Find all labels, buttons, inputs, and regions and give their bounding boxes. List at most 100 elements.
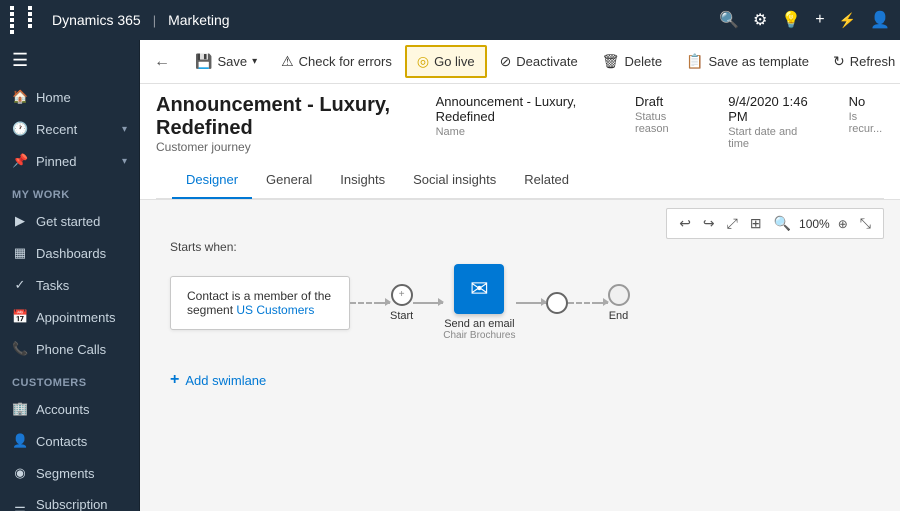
get-started-icon: ▶ xyxy=(12,213,28,229)
email-label: Send an email xyxy=(443,318,515,330)
check-icon: ⚠ xyxy=(281,53,294,70)
meta-status: Draft Status reason xyxy=(635,94,688,135)
journey-canvas[interactable]: ↩ ↪ ⤢ ⊞ 🔍 100% ⊕ ⤡ Starts when: Contact … xyxy=(140,200,900,511)
tab-related[interactable]: Related xyxy=(510,162,583,199)
meta-recurring-value: No xyxy=(849,94,884,109)
redo-button[interactable]: ↪ xyxy=(699,213,719,234)
pinned-chevron-icon: ▾ xyxy=(122,156,127,167)
save-dropdown-icon[interactable]: ▾ xyxy=(252,56,257,67)
top-nav-icons: 🔍 ⚙ 💡 + ⚡ 👤 xyxy=(719,10,890,30)
zoom-in-button[interactable]: ⊕ xyxy=(834,215,852,233)
record-meta: Announcement - Luxury, Redefined Name Dr… xyxy=(436,94,884,150)
condition-text1: Contact is a member of the xyxy=(187,289,331,303)
swimlane-flow: Contact is a member of the segment US Cu… xyxy=(170,264,870,341)
deactivate-icon: ⊘ xyxy=(500,53,512,70)
condition-text2: segment xyxy=(187,303,233,317)
go-live-button[interactable]: ◎ Go live xyxy=(405,45,487,78)
brand-name[interactable]: Dynamics 365 xyxy=(52,12,141,28)
tab-social-insights[interactable]: Social insights xyxy=(399,162,510,199)
save-button[interactable]: 💾 Save ▾ xyxy=(184,46,268,77)
pinned-icon: 📌 xyxy=(12,153,28,169)
save-template-icon: 📋 xyxy=(686,53,703,70)
check-errors-button[interactable]: ⚠ Check for errors xyxy=(270,46,403,77)
record-entity: Customer journey xyxy=(156,140,436,154)
zoom-out-button[interactable]: 🔍 xyxy=(770,213,795,234)
segment-link[interactable]: US Customers xyxy=(236,303,314,317)
record-header: Announcement - Luxury, Redefined Custome… xyxy=(140,84,900,200)
refresh-button[interactable]: ↻ Refresh xyxy=(822,46,900,77)
sidebar-item-segments[interactable]: ◉ Segments xyxy=(0,457,139,489)
meta-status-value: Draft xyxy=(635,94,688,109)
meta-datetime: 9/4/2020 1:46 PM Start date and time xyxy=(728,94,808,150)
nav-divider: | xyxy=(153,13,156,28)
meta-name: Announcement - Luxury, Redefined Name xyxy=(436,94,595,138)
start-node-wrapper: + Start xyxy=(390,284,413,322)
dashboards-icon: ▦ xyxy=(12,245,28,261)
meta-recurring: No Is recur... xyxy=(849,94,884,135)
meta-datetime-value: 9/4/2020 1:46 PM xyxy=(728,94,808,124)
fullscreen-button[interactable]: ⤡ xyxy=(856,213,875,234)
end-node-wrapper xyxy=(546,292,568,314)
undo-button[interactable]: ↩ xyxy=(675,213,695,234)
sidebar-item-get-started[interactable]: ▶ Get started xyxy=(0,205,139,237)
tab-insights[interactable]: Insights xyxy=(326,162,399,199)
end-label: End xyxy=(609,310,629,322)
phone-calls-icon: 📞 xyxy=(12,341,28,357)
nav-arrows: ← xyxy=(148,49,176,75)
start-label: Start xyxy=(390,310,413,322)
filter-icon[interactable]: ⚡ xyxy=(839,12,856,29)
delete-button[interactable]: 🗑 Delete xyxy=(591,46,673,77)
sidebar-item-home[interactable]: 🏠 Home xyxy=(0,81,139,113)
app-grid-icon[interactable] xyxy=(10,6,44,34)
sidebar-item-phone-calls[interactable]: 📞 Phone Calls xyxy=(0,333,139,365)
back-button[interactable]: ← xyxy=(148,49,176,75)
home-icon: 🏠 xyxy=(12,89,28,105)
start-circle-node[interactable]: + xyxy=(391,284,413,306)
add-icon[interactable]: + xyxy=(815,11,824,29)
top-navigation: Dynamics 365 | Marketing 🔍 ⚙ 💡 + ⚡ 👤 xyxy=(0,0,900,40)
connector-4 xyxy=(568,302,608,304)
accounts-icon: 🏢 xyxy=(12,401,28,417)
tab-general[interactable]: General xyxy=(252,162,326,199)
settings-icon[interactable]: ⚙ xyxy=(753,10,767,30)
help-icon[interactable]: 💡 xyxy=(781,10,801,30)
layout-button[interactable]: ⊞ xyxy=(746,213,766,234)
save-template-button[interactable]: 📋 Save as template xyxy=(675,46,820,77)
module-name: Marketing xyxy=(168,12,229,28)
zoom-level: 100% xyxy=(799,217,830,231)
meta-recurring-label: Is recur... xyxy=(849,111,884,135)
deactivate-button[interactable]: ⊘ Deactivate xyxy=(489,46,589,77)
add-swimlane-icon: + xyxy=(170,371,179,389)
starts-when-label: Starts when: xyxy=(170,240,870,254)
sidebar-item-subscription-lists[interactable]: ☰ Subscription lists xyxy=(0,489,139,511)
sidebar-item-pinned[interactable]: 📌 Pinned ▾ xyxy=(0,145,139,177)
email-node-wrapper[interactable]: ✉ Send an email Chair Brochures xyxy=(443,264,515,341)
contacts-icon: 👤 xyxy=(12,433,28,449)
connector-1 xyxy=(350,302,390,304)
tab-designer[interactable]: Designer xyxy=(172,162,252,199)
subscription-lists-icon: ☰ xyxy=(12,504,28,511)
segment-condition-box[interactable]: Contact is a member of the segment US Cu… xyxy=(170,276,350,330)
sidebar-item-dashboards[interactable]: ▦ Dashboards xyxy=(0,237,139,269)
customers-section: Customers xyxy=(0,365,139,393)
end-circle-node[interactable] xyxy=(546,292,568,314)
user-settings-icon[interactable]: 👤 xyxy=(870,10,890,30)
fit-button[interactable]: ⤢ xyxy=(723,213,742,234)
sidebar-item-contacts[interactable]: 👤 Contacts xyxy=(0,425,139,457)
search-icon[interactable]: 🔍 xyxy=(719,10,739,30)
sidebar-item-accounts[interactable]: 🏢 Accounts xyxy=(0,393,139,425)
sidebar: ☰ 🏠 Home 🕐 Recent ▾ 📌 Pinned ▾ My Work ▶… xyxy=(0,40,140,511)
app-layout: ☰ 🏠 Home 🕐 Recent ▾ 📌 Pinned ▾ My Work ▶… xyxy=(0,40,900,511)
email-node[interactable]: ✉ xyxy=(454,264,504,314)
meta-datetime-label: Start date and time xyxy=(728,126,808,150)
record-title: Announcement - Luxury, Redefined xyxy=(156,94,436,140)
sidebar-item-tasks[interactable]: ✓ Tasks xyxy=(0,269,139,301)
end-label-wrapper: End xyxy=(608,284,630,322)
sidebar-item-appointments[interactable]: 📅 Appointments xyxy=(0,301,139,333)
command-bar: ← 💾 Save ▾ ⚠ Check for errors ◎ Go live … xyxy=(140,40,900,84)
canvas-toolbar: ↩ ↪ ⤢ ⊞ 🔍 100% ⊕ ⤡ xyxy=(666,208,884,239)
sidebar-item-recent[interactable]: 🕐 Recent ▾ xyxy=(0,113,139,145)
add-swimlane-button[interactable]: + Add swimlane xyxy=(170,371,870,389)
meta-name-label: Name xyxy=(436,126,595,138)
sidebar-toggle[interactable]: ☰ xyxy=(0,40,139,81)
